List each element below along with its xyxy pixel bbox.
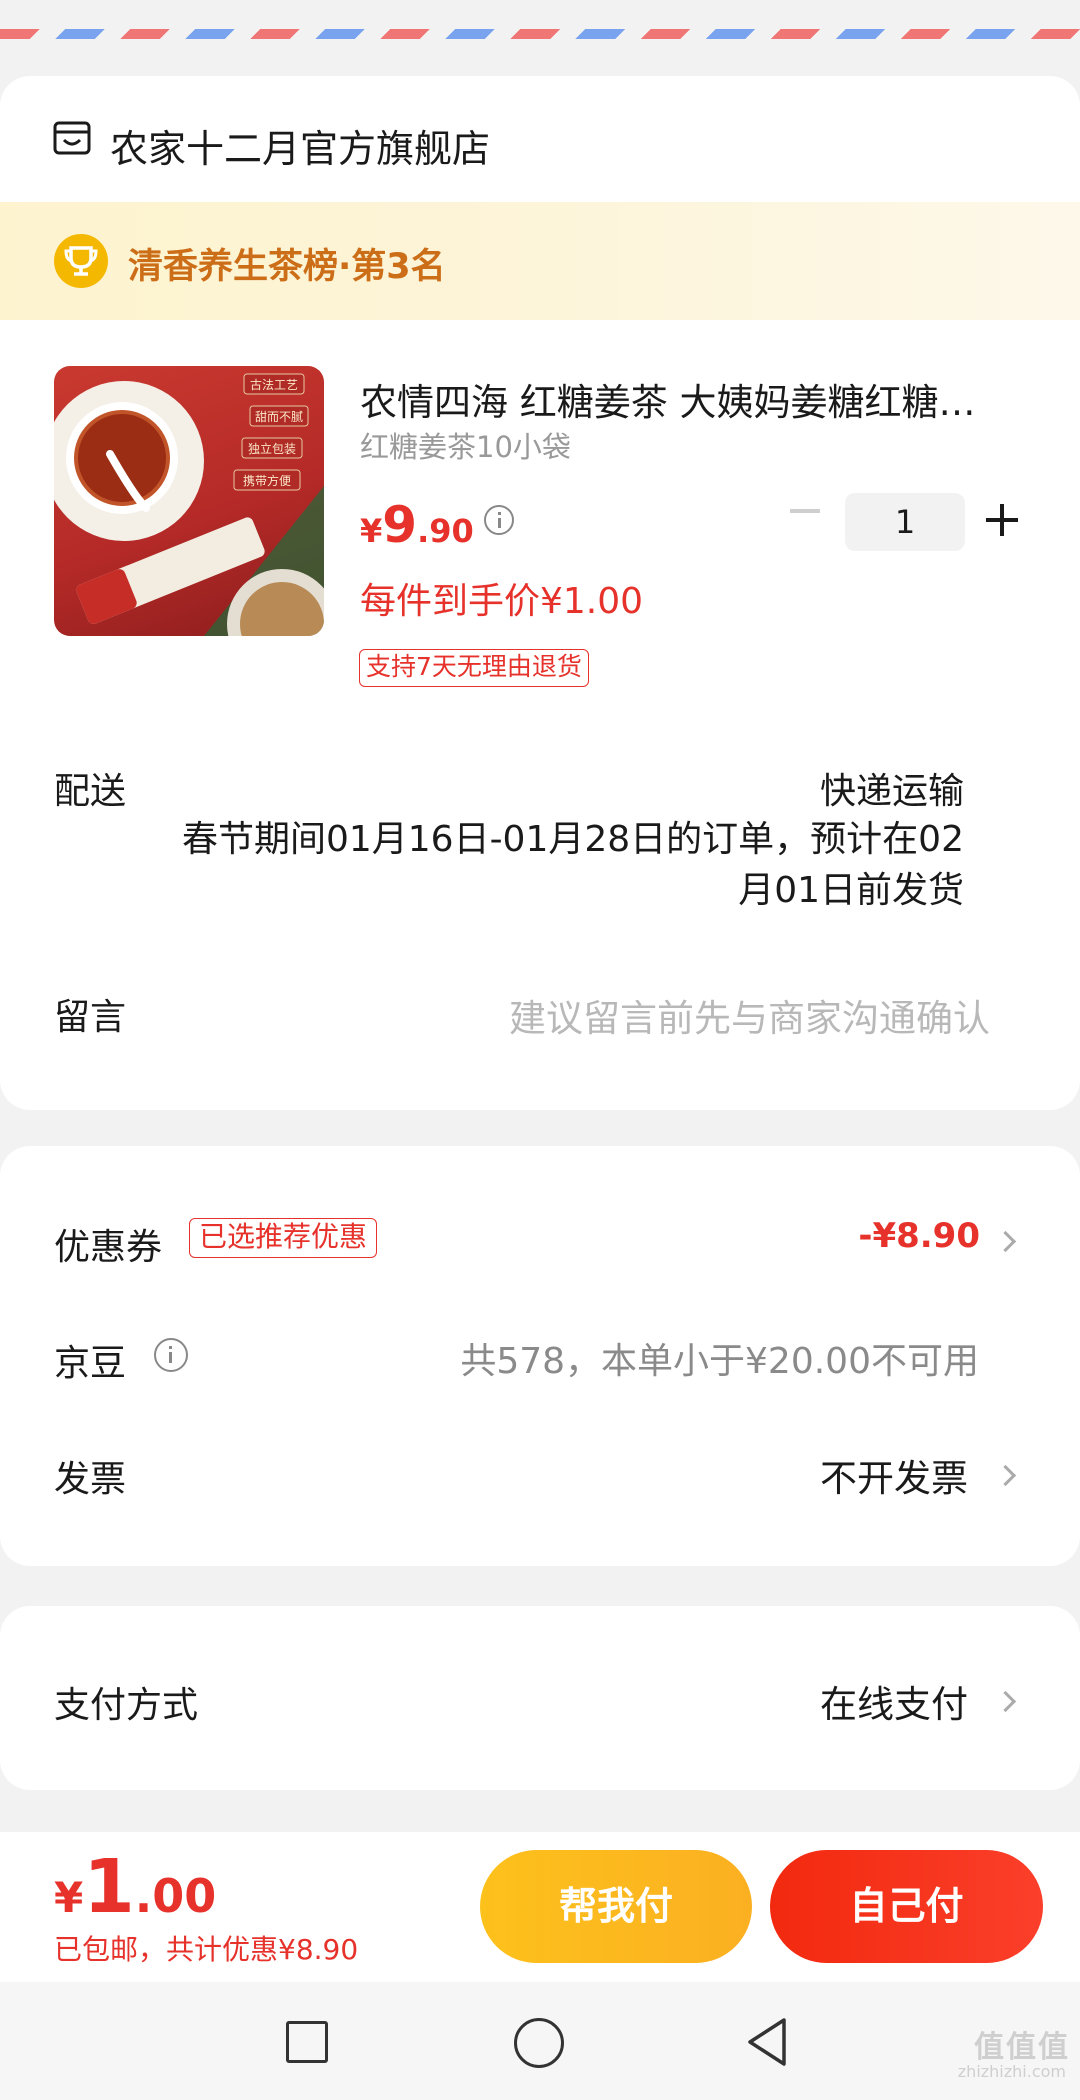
coupon-chevron-icon[interactable] bbox=[994, 1230, 1017, 1253]
price-currency: ¥ bbox=[360, 512, 383, 550]
shop-icon bbox=[53, 121, 91, 155]
order-item-card: 农家十二月官方旗舰店 清香养生茶榜·第3名 古法工艺 甜而不腻 独立包装 携带方… bbox=[0, 76, 1080, 1110]
total-note: 已包邮，共计优惠¥8.90 bbox=[54, 1933, 359, 1966]
invoice-value[interactable]: 不开发票 bbox=[820, 1448, 968, 1502]
recent-apps-icon[interactable] bbox=[286, 2021, 328, 2063]
product-spec: 红糖姜茶10小袋 bbox=[360, 430, 571, 464]
beans-value: 共578，本单小于¥20.00不可用 bbox=[460, 1341, 979, 1382]
payment-method-label: 支付方式 bbox=[54, 1685, 199, 1726]
invoice-label: 发票 bbox=[54, 1459, 127, 1500]
product-price: ¥9.90 bbox=[360, 496, 474, 554]
image-tag-2: 甜而不腻 bbox=[255, 410, 303, 424]
price-integer: 9 bbox=[382, 496, 418, 554]
message-input[interactable]: 建议留言前先与商家沟通确认 bbox=[509, 988, 990, 1042]
image-tag-4: 携带方便 bbox=[243, 473, 291, 488]
help-pay-button[interactable]: 帮我付 bbox=[480, 1850, 752, 1963]
self-pay-button[interactable]: 自己付 bbox=[770, 1850, 1043, 1963]
total-integer: 1 bbox=[83, 1844, 135, 1930]
beans-label: 京豆 bbox=[54, 1343, 127, 1384]
total-price: ¥1.00 bbox=[54, 1844, 216, 1930]
total-decimal: .00 bbox=[134, 1869, 217, 1923]
quantity-input[interactable]: 1 bbox=[845, 493, 965, 551]
coupon-recommended-badge: 已选推荐优惠 bbox=[189, 1218, 378, 1258]
trophy-icon bbox=[54, 234, 108, 288]
price-info-icon[interactable] bbox=[484, 505, 514, 535]
payment-method-value[interactable]: 在线支付 bbox=[820, 1674, 968, 1728]
total-currency: ¥ bbox=[54, 1873, 84, 1922]
payment-chevron-icon[interactable] bbox=[994, 1690, 1017, 1713]
ranking-text: 清香养生茶榜·第3名 bbox=[128, 247, 446, 287]
beans-info-icon[interactable] bbox=[154, 1338, 188, 1372]
discount-card: 优惠券 已选推荐优惠 -¥8.90 京豆 共578，本单小于¥20.00不可用 … bbox=[0, 1146, 1080, 1566]
product-image[interactable]: 古法工艺 甜而不腻 独立包装 携带方便 bbox=[54, 366, 324, 636]
back-icon[interactable] bbox=[744, 2016, 790, 2068]
shipping-method[interactable]: 快递运输 bbox=[820, 762, 964, 814]
quantity-decrease-button[interactable] bbox=[790, 509, 820, 513]
coupon-label: 优惠券 bbox=[54, 1227, 163, 1268]
coupon-value[interactable]: -¥8.90 bbox=[858, 1216, 980, 1256]
ranking-banner[interactable]: 清香养生茶榜·第3名 bbox=[0, 202, 1080, 320]
watermark-logo: 值值值 bbox=[974, 2030, 1070, 2065]
image-tag-1: 古法工艺 bbox=[250, 377, 298, 392]
system-nav-bar: 值值值 zhizhizhi.com bbox=[0, 1982, 1080, 2100]
checkout-bar: ¥1.00 已包邮，共计优惠¥8.90 帮我付 自己付 bbox=[0, 1832, 1080, 1982]
product-title[interactable]: 农情四海 红糖姜茶 大姨妈姜糖红糖姜枣茶 bbox=[360, 372, 1010, 426]
home-icon[interactable] bbox=[514, 2018, 564, 2068]
image-tag-3: 独立包装 bbox=[248, 441, 296, 456]
invoice-chevron-icon[interactable] bbox=[994, 1464, 1017, 1487]
final-price: 每件到手价¥1.00 bbox=[360, 581, 644, 622]
return-policy-badge: 支持7天无理由退货 bbox=[359, 649, 589, 687]
shipping-note: 春节期间01月16日-01月28日的订单，预计在02月01日前发货 bbox=[181, 819, 964, 911]
shop-name[interactable]: 农家十二月官方旗舰店 bbox=[110, 118, 490, 173]
envelope-stripe bbox=[0, 0, 1080, 40]
shipping-label: 配送 bbox=[54, 771, 127, 812]
price-decimal: .90 bbox=[417, 512, 474, 550]
payment-card: 支付方式 在线支付 bbox=[0, 1606, 1080, 1790]
watermark-site: zhizhizhi.com bbox=[957, 2062, 1066, 2081]
message-label: 留言 bbox=[54, 997, 127, 1038]
quantity-increase-button[interactable] bbox=[986, 504, 1018, 536]
